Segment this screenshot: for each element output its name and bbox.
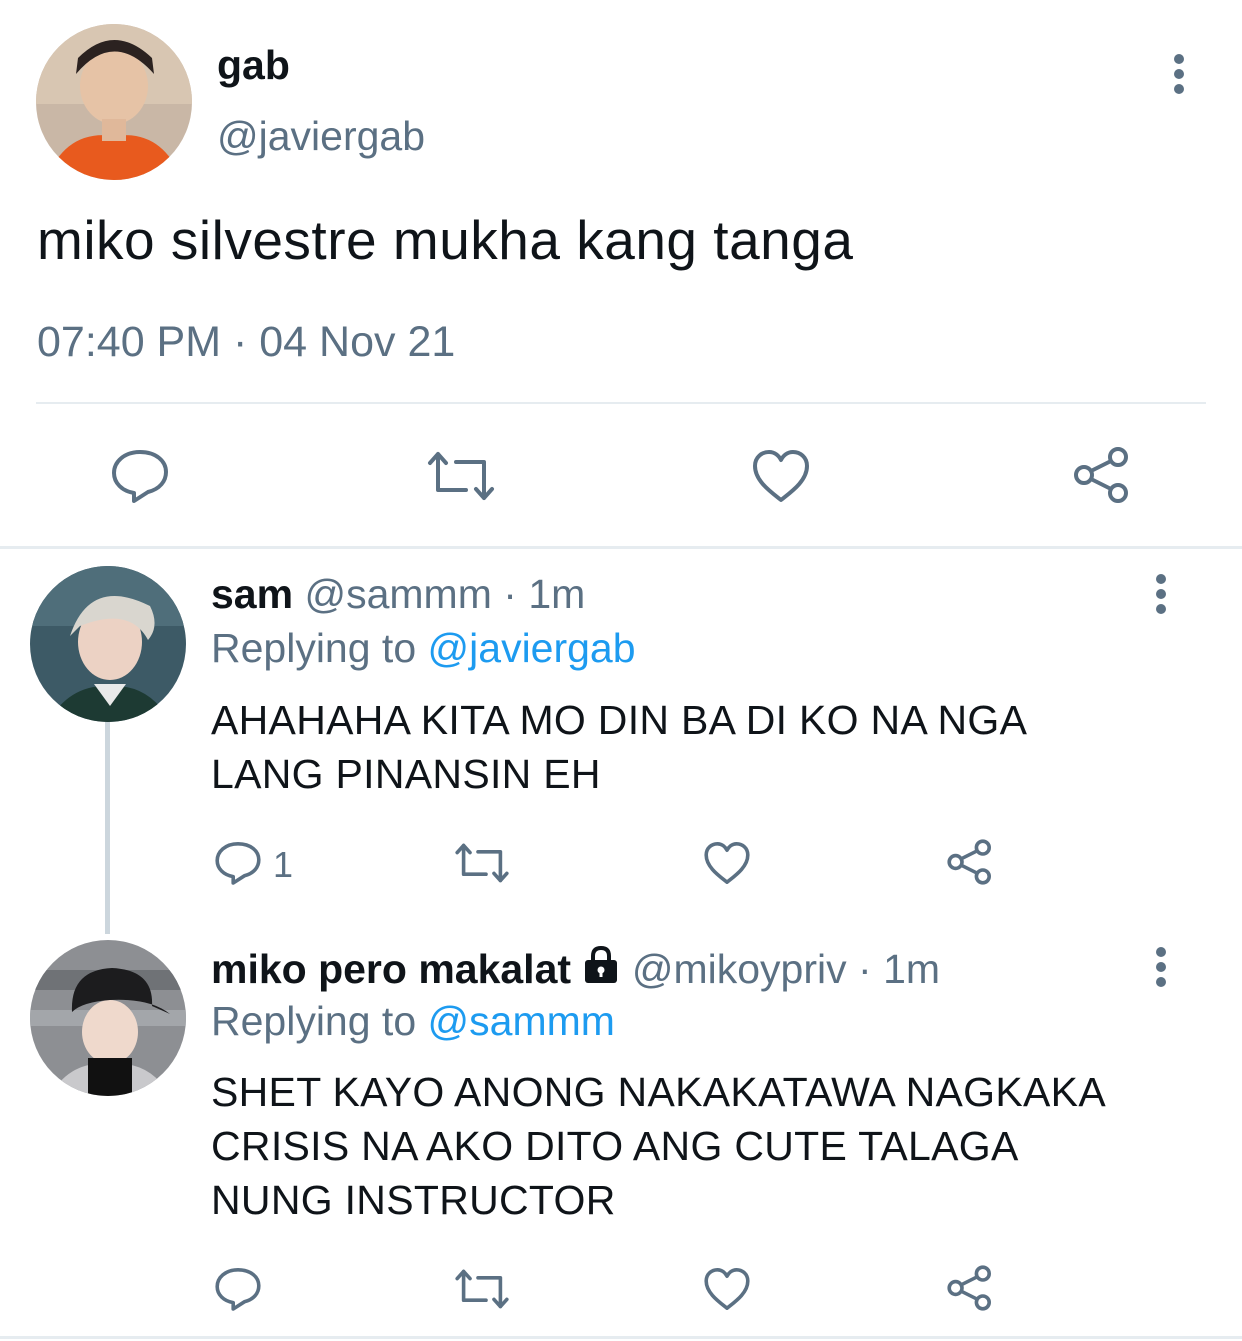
reply-time[interactable]: 1m xyxy=(883,946,940,992)
lock-icon xyxy=(582,945,620,997)
more-options-icon[interactable] xyxy=(1141,937,1181,997)
retweet-icon[interactable] xyxy=(426,450,496,502)
share-icon[interactable] xyxy=(946,838,994,886)
divider xyxy=(36,402,1206,404)
reply-text: SHET KAYO ANONG NAKAKATAWA NAGKAKA CRISI… xyxy=(211,1069,1106,1223)
avatar[interactable] xyxy=(36,24,192,180)
handle[interactable]: @javiergab xyxy=(217,111,425,161)
replying-to: Replying to @javiergab xyxy=(211,622,636,674)
reply-icon[interactable] xyxy=(214,840,262,886)
reply-icon[interactable] xyxy=(214,1266,262,1312)
handle[interactable]: @sammm xyxy=(304,571,491,617)
reply-text: AHAHAHA KITA MO DIN BA DI KO NA NGA LANG… xyxy=(211,697,1028,797)
reply-header: miko pero makalat @mikoypriv · 1m xyxy=(211,943,940,997)
reply-time[interactable]: 1m xyxy=(528,571,585,617)
display-name[interactable]: gab xyxy=(217,40,290,90)
display-name[interactable]: miko pero makalat xyxy=(211,946,571,992)
replying-prefix: Replying to xyxy=(211,625,417,671)
share-icon[interactable] xyxy=(1072,446,1132,504)
replying-to-link[interactable]: @sammm xyxy=(428,998,615,1044)
display-name[interactable]: sam xyxy=(211,571,293,617)
separator: · xyxy=(503,571,517,617)
reply-icon[interactable] xyxy=(110,448,170,504)
avatar[interactable] xyxy=(30,940,186,1096)
retweet-icon[interactable] xyxy=(454,842,510,884)
tweet-text: miko silvestre mukha kang tanga xyxy=(37,209,854,271)
reply-header: sam @sammm · 1m xyxy=(211,568,585,620)
like-icon[interactable] xyxy=(703,1266,751,1312)
handle[interactable]: @mikoypriv xyxy=(632,946,847,992)
bottom-divider xyxy=(0,1336,1242,1339)
like-icon[interactable] xyxy=(703,840,751,886)
tweet-timestamp[interactable]: 07:40 PM · 04 Nov 21 xyxy=(37,316,455,368)
separator: · xyxy=(858,946,872,992)
replying-to-link[interactable]: @javiergab xyxy=(428,625,636,671)
replying-to: Replying to @sammm xyxy=(211,995,615,1047)
share-icon[interactable] xyxy=(946,1264,994,1312)
like-icon[interactable] xyxy=(751,448,811,504)
replying-prefix: Replying to xyxy=(211,998,417,1044)
retweet-icon[interactable] xyxy=(454,1268,510,1310)
more-options-icon[interactable] xyxy=(1141,564,1181,624)
section-divider xyxy=(0,546,1242,549)
thread-line xyxy=(105,722,110,934)
avatar[interactable] xyxy=(30,566,186,722)
reply-count: 1 xyxy=(273,844,294,885)
more-options-icon[interactable] xyxy=(1159,44,1199,104)
